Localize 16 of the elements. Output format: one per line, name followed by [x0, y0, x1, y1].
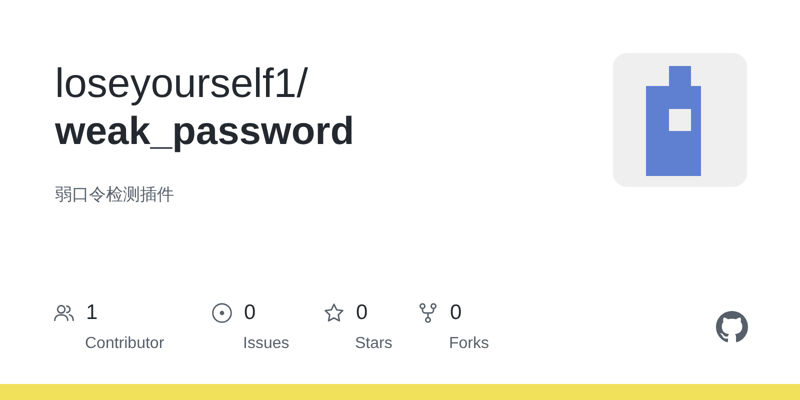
stat-label: Contributor — [85, 334, 166, 354]
stat-count: 0 — [356, 300, 368, 326]
star-icon — [323, 302, 345, 324]
repo-description: 弱口令检测插件 — [55, 184, 175, 206]
github-logo-icon — [716, 311, 748, 343]
repo-name: weak_password — [55, 109, 354, 155]
stat-label: Issues — [243, 334, 290, 354]
stat-label: Forks — [449, 334, 490, 354]
stat-count: 1 — [86, 300, 98, 326]
repo-owner: loseyourself1/ — [55, 59, 309, 108]
stat-count: 0 — [450, 300, 462, 326]
stat-label: Stars — [355, 334, 394, 354]
stat-count: 0 — [244, 300, 256, 326]
issue-icon — [211, 302, 233, 324]
fork-icon — [417, 302, 439, 324]
people-icon — [53, 302, 75, 324]
